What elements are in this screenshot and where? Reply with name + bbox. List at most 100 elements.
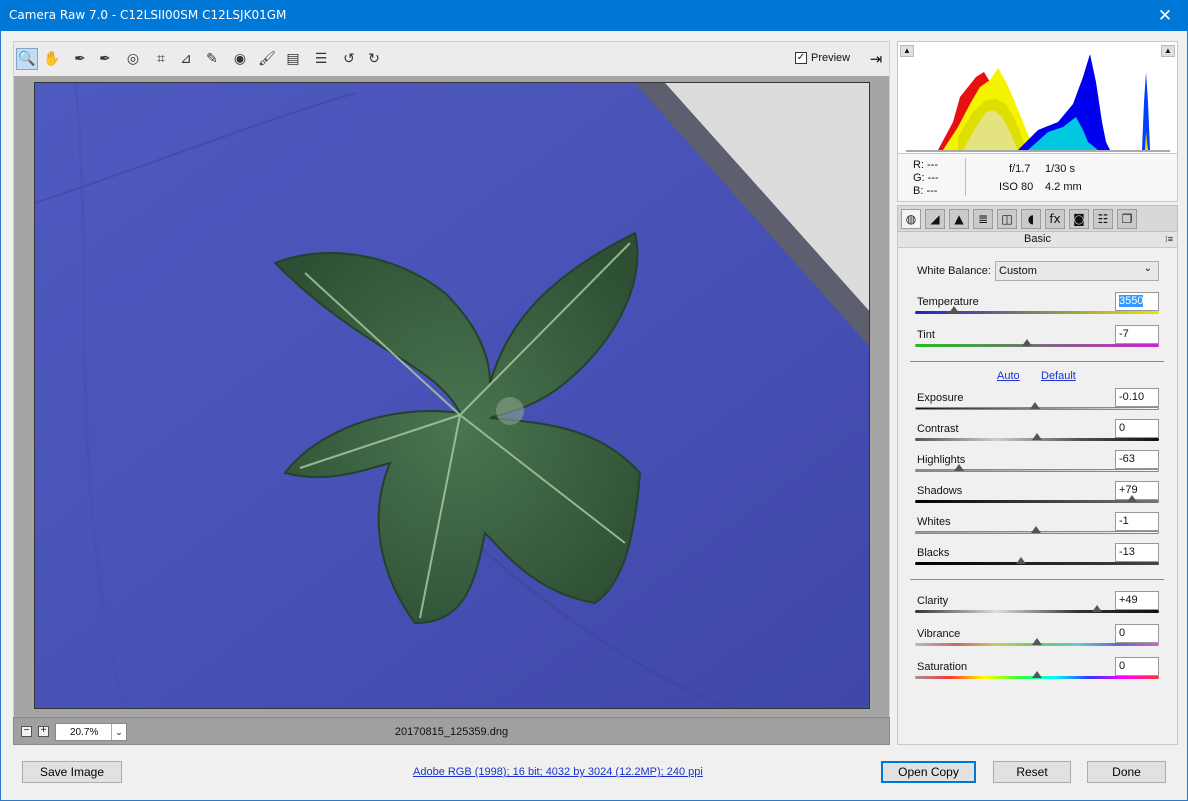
tab-lens-corrections-icon[interactable]: ◖ — [1021, 209, 1041, 229]
shadows-thumb[interactable] — [1127, 495, 1138, 502]
color-sampler-tool-icon[interactable]: ✒ — [94, 48, 116, 70]
graduated-filter-icon[interactable]: ▤ — [282, 48, 304, 70]
clarity-label: Clarity — [917, 595, 949, 607]
contrast-field[interactable]: 0 — [1115, 419, 1159, 438]
save-image-button[interactable]: Save Image — [22, 761, 122, 783]
shadows-track[interactable] — [915, 500, 1159, 503]
rotate-ccw-icon[interactable]: ↺ — [338, 48, 360, 70]
blacks-track[interactable] — [915, 562, 1159, 565]
file-name: 20170815_125359.dng — [394, 726, 509, 738]
tab-basic-icon[interactable]: ◍ — [901, 209, 921, 229]
temperature-label: Temperature — [917, 296, 979, 308]
preview-toggle[interactable]: ✓ Preview — [795, 52, 850, 64]
tab-hsl-icon[interactable]: ≣ — [973, 209, 993, 229]
clarity-track[interactable] — [915, 610, 1159, 613]
tab-snapshots-icon[interactable]: ❐ — [1117, 209, 1137, 229]
workflow-options-link[interactable]: Adobe RGB (1998); 16 bit; 4032 by 3024 (… — [413, 766, 703, 778]
blacks-label: Blacks — [917, 547, 950, 559]
tab-effects-icon[interactable]: fx — [1045, 209, 1065, 229]
temperature-field[interactable]: 3550 — [1115, 292, 1159, 311]
tab-split-toning-icon[interactable]: ◫ — [997, 209, 1017, 229]
tint-label: Tint — [917, 329, 935, 341]
toolbar: 🔍 ✋ ✒ ✒ ◎ ⌗ ⊿ ✎ ◉ 🖌 ▤ ☰ ↺ ↻ ✓ Preview ⇥ — [13, 41, 890, 76]
histogram-graph — [906, 54, 1170, 152]
highlights-thumb[interactable] — [953, 464, 964, 471]
basic-panel: White Balance: Custom ⌄ Temperature 3550… — [897, 248, 1178, 745]
vibrance-label: Vibrance — [917, 628, 961, 640]
straighten-tool-icon[interactable]: ⊿ — [175, 48, 197, 70]
vibrance-field[interactable]: 0 — [1115, 624, 1159, 643]
tab-detail-icon[interactable]: ▲ — [949, 209, 969, 229]
clarity-thumb[interactable] — [1091, 605, 1102, 612]
preview-checkbox[interactable]: ✓ — [795, 52, 807, 64]
tint-field[interactable]: -7 — [1115, 325, 1159, 344]
highlights-field[interactable]: -63 — [1115, 450, 1159, 469]
highlights-track[interactable] — [915, 469, 1159, 472]
white-balance-select[interactable]: Custom ⌄ — [995, 261, 1159, 281]
tab-presets-icon[interactable]: ☷ — [1093, 209, 1113, 229]
iso-readout: ISO 80 — [999, 181, 1034, 193]
title-bar: Camera Raw 7.0 - C12LSII00SM C12LSJK01GM… — [0, 0, 1188, 31]
exposure-thumb[interactable] — [1029, 402, 1040, 409]
section-divider — [910, 361, 1164, 362]
hand-tool-icon[interactable]: ✋ — [41, 48, 63, 70]
whites-thumb[interactable] — [1030, 526, 1041, 533]
histogram: ▲ ▲ — [897, 41, 1178, 154]
shutter-readout: 1/30 s — [1045, 163, 1075, 175]
vibrance-thumb[interactable] — [1032, 638, 1042, 645]
exposure-label: Exposure — [917, 392, 964, 404]
section-divider — [910, 579, 1164, 580]
fullscreen-toggle-icon[interactable]: ⇥ — [865, 48, 887, 70]
preview-label: Preview — [811, 52, 851, 64]
spot-removal-tool-icon[interactable]: ✎ — [201, 48, 223, 70]
shadows-label: Shadows — [917, 485, 963, 497]
chevron-down-icon: ⌄ — [1143, 263, 1152, 274]
adjustment-panel-tabs: ◍ ◢ ▲ ≣ ◫ ◖ fx ◙ ☷ ❐ — [897, 205, 1178, 232]
tint-track[interactable] — [915, 344, 1159, 347]
tint-thumb[interactable] — [1022, 339, 1033, 346]
whites-field[interactable]: -1 — [1115, 512, 1159, 531]
close-window-icon[interactable]: ✕ — [1142, 0, 1188, 31]
exposure-field[interactable]: -0.10 — [1115, 388, 1159, 407]
reset-button[interactable]: Reset — [993, 761, 1071, 783]
blacks-field[interactable]: -13 — [1115, 543, 1159, 562]
done-button[interactable]: Done — [1087, 761, 1166, 783]
targeted-adjustment-tool-icon[interactable]: ◎ — [122, 48, 144, 70]
zoom-tool-icon[interactable]: 🔍 — [16, 48, 38, 70]
image-preview-area[interactable] — [13, 76, 890, 717]
blacks-thumb[interactable] — [1016, 557, 1027, 564]
saturation-label: Saturation — [917, 661, 968, 673]
clarity-field[interactable]: +49 — [1115, 591, 1159, 610]
adjustment-brush-icon[interactable]: 🖌 — [256, 48, 278, 70]
rotate-cw-icon[interactable]: ↻ — [363, 48, 385, 70]
preferences-icon[interactable]: ☰ — [310, 48, 332, 70]
panel-menu-icon[interactable]: ⁝≡ — [1165, 232, 1173, 246]
saturation-thumb[interactable] — [1032, 671, 1042, 678]
focal-length-readout: 4.2 mm — [1045, 181, 1082, 193]
leaf-photo — [35, 83, 869, 708]
window-title: Camera Raw 7.0 - C12LSII00SM C12LSJK01GM — [9, 8, 287, 22]
white-balance-tool-icon[interactable]: ✒ — [69, 48, 91, 70]
aperture-readout: f/1.7 — [1009, 163, 1031, 175]
photo-preview[interactable] — [34, 82, 870, 709]
whites-label: Whites — [917, 516, 951, 528]
temperature-thumb[interactable] — [949, 306, 960, 313]
tab-tone-curve-icon[interactable]: ◢ — [925, 209, 945, 229]
readout-divider — [965, 158, 966, 196]
tab-camera-calibration-icon[interactable]: ◙ — [1069, 209, 1089, 229]
green-value-readout: G: --- — [913, 172, 939, 184]
red-value-readout: R: --- — [913, 159, 939, 171]
image-status-bar: − + 20.7% ⌄ 20170815_125359.dng — [13, 717, 890, 745]
white-balance-value: Custom — [999, 265, 1037, 277]
auto-link[interactable]: Auto — [997, 370, 1020, 382]
red-eye-tool-icon[interactable]: ◉ — [229, 48, 251, 70]
temperature-value: 3550 — [1119, 295, 1144, 307]
blue-value-readout: B: --- — [913, 185, 938, 197]
saturation-field[interactable]: 0 — [1115, 657, 1159, 676]
default-link[interactable]: Default — [1041, 370, 1076, 382]
contrast-thumb[interactable] — [1032, 433, 1042, 440]
panel-title: Basic — [1024, 233, 1051, 245]
white-balance-label: White Balance: — [917, 265, 991, 277]
crop-tool-icon[interactable]: ⌗ — [150, 48, 172, 70]
open-copy-button[interactable]: Open Copy — [881, 761, 976, 783]
